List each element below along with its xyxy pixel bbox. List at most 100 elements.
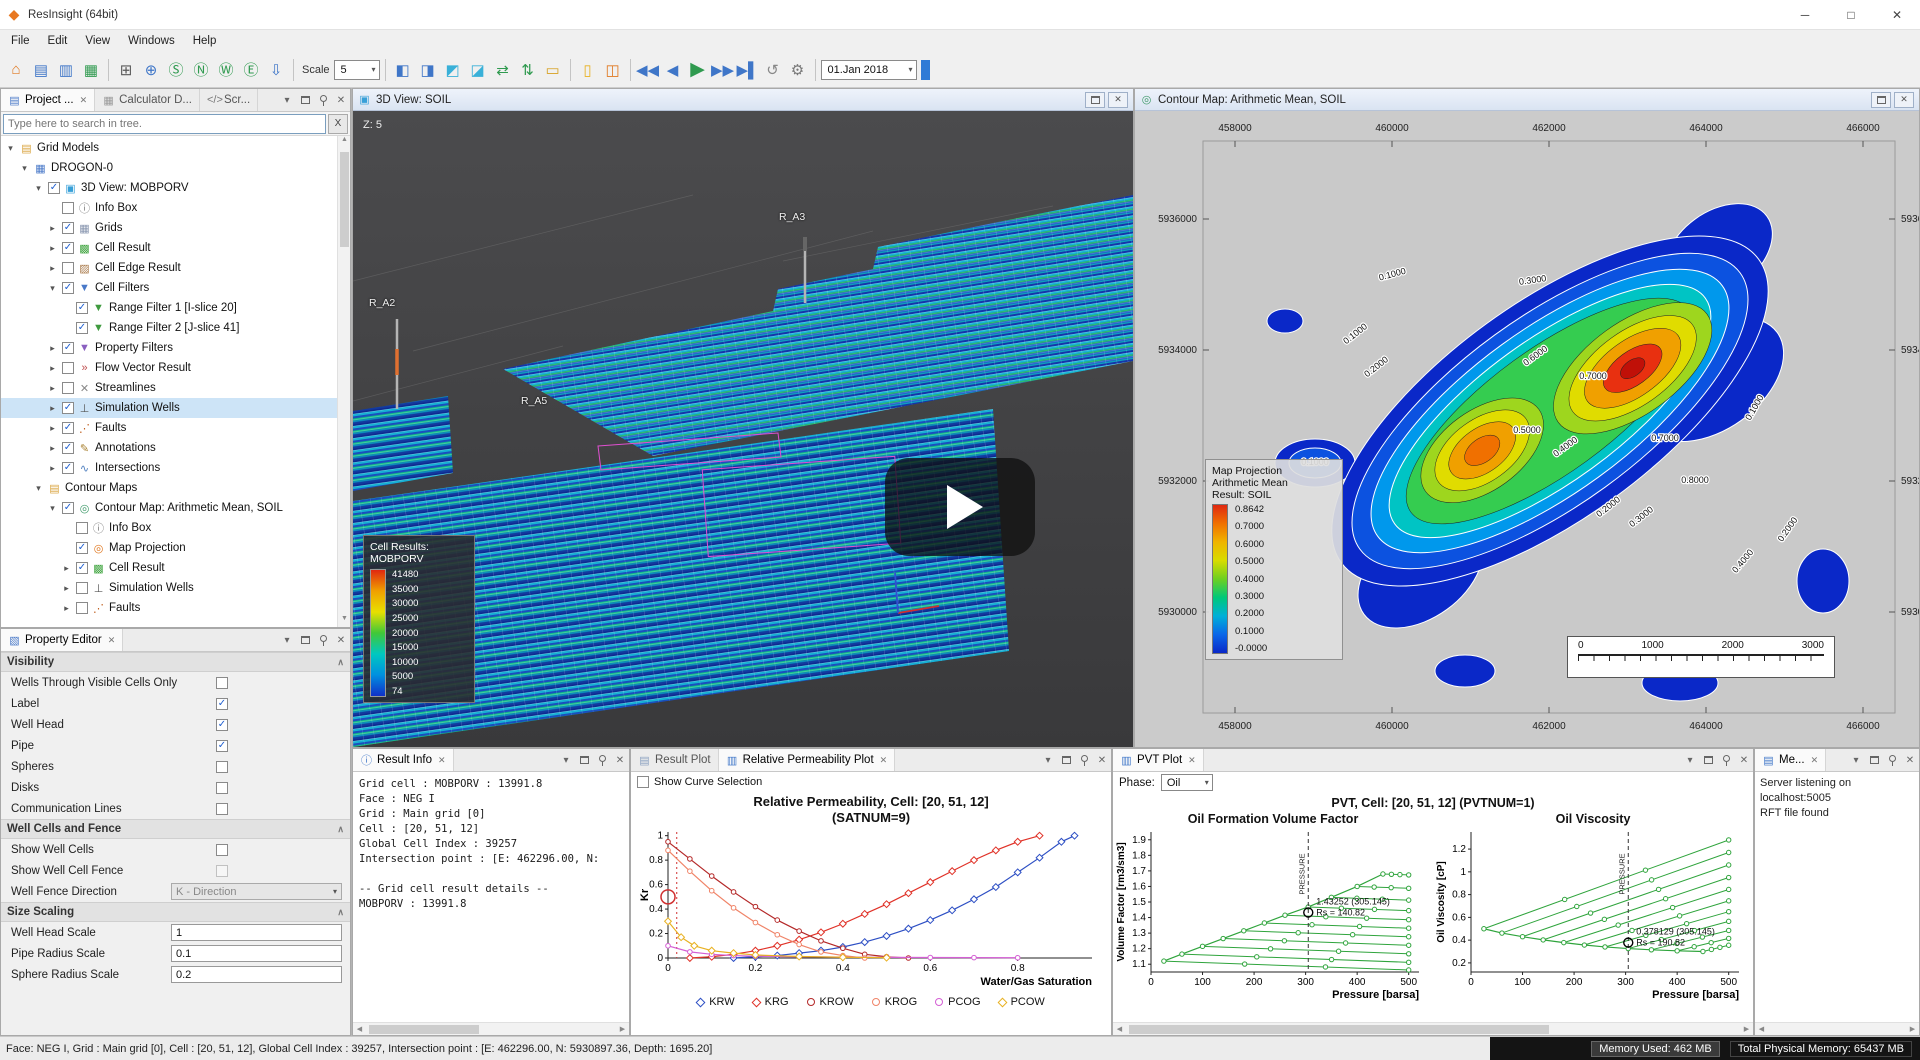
collapse-icon[interactable]: ▾ [33, 183, 44, 194]
close-icon[interactable]: ✕ [108, 635, 116, 646]
menu-file[interactable]: File [2, 33, 39, 49]
pin-icon[interactable] [1883, 749, 1901, 771]
menu-edit[interactable]: Edit [39, 33, 77, 49]
menu-view[interactable]: View [76, 33, 119, 49]
tree-item[interactable]: ▾▤Contour Maps [1, 478, 350, 498]
close-icon[interactable]: ✕ [332, 635, 350, 646]
property-checkbox[interactable]: ✓ [216, 719, 228, 731]
pin-icon[interactable] [593, 749, 611, 771]
flow-diagnostics-icon[interactable]: ⇅ [516, 57, 540, 83]
result-info-hscrollbar[interactable]: ◀ ▶ [353, 1022, 629, 1035]
menu-down-icon[interactable]: ▾ [1681, 749, 1699, 771]
tree-checkbox[interactable]: ✓ [62, 342, 74, 354]
pvt-visc-chart[interactable]: 0.20.40.60.811.20100200300400500Oil Visc… [1433, 826, 1751, 1008]
close-icon[interactable]: ✕ [880, 755, 888, 766]
expand-icon[interactable]: ▸ [47, 263, 58, 274]
scroll-right-icon[interactable]: ▶ [616, 1023, 629, 1036]
close-icon[interactable]: ✕ [80, 95, 88, 106]
tree-checkbox[interactable] [62, 382, 74, 394]
tree-item[interactable]: ▸✓∿Intersections [1, 458, 350, 478]
view3d-viewport[interactable]: Z: 5 Cell Results: MOBPORV 4148035000300… [353, 111, 1133, 747]
tree-item[interactable]: ✓◎Map Projection [1, 538, 350, 558]
close-icon[interactable]: ✕ [438, 755, 446, 766]
close-icon[interactable]: ✕ [1093, 749, 1111, 771]
tab-messages[interactable]: ▤ Me... ✕ [1755, 749, 1826, 771]
close-window-button[interactable]: ✕ [1108, 92, 1128, 108]
pvt-hscrollbar[interactable]: ◀ ▶ [1113, 1022, 1753, 1035]
close-icon[interactable]: ✕ [1901, 749, 1919, 771]
snapshot-view-icon[interactable]: ▯ [576, 57, 600, 83]
snapshot-window-icon[interactable]: ◫ [601, 57, 625, 83]
video-play-overlay[interactable] [885, 458, 1035, 556]
pin-icon[interactable] [314, 635, 332, 646]
scrollbar-thumb[interactable] [369, 1025, 479, 1034]
tree-item[interactable]: ✓▼Range Filter 2 [J-slice 41] [1, 318, 350, 338]
tree-item[interactable]: ▸✓✎Annotations [1, 438, 350, 458]
tree-checkbox[interactable] [62, 262, 74, 274]
collapse-icon[interactable]: ▾ [47, 283, 58, 294]
draw-style-surface-mesh-icon[interactable]: ◩ [441, 57, 465, 83]
tree-item[interactable]: ▸✓▼Property Filters [1, 338, 350, 358]
close-window-button[interactable]: ✕ [1894, 92, 1914, 108]
draw-style-mesh-icon[interactable]: ◨ [416, 57, 440, 83]
tree-checkbox[interactable] [62, 202, 74, 214]
tree-checkbox[interactable]: ✓ [76, 302, 88, 314]
expand-icon[interactable]: ▸ [47, 403, 58, 414]
property-input[interactable]: 1 [171, 924, 342, 941]
tab-project-tree[interactable]: ▤ Project ... ✕ [1, 89, 95, 111]
animation-step-back-icon[interactable]: ◀ [661, 57, 685, 83]
tree-checkbox[interactable] [76, 602, 88, 614]
section-header[interactable]: Visibility∧ [1, 652, 350, 672]
legend-item-krog[interactable]: KROG [872, 996, 917, 1008]
menu-down-icon[interactable]: ▾ [1847, 749, 1865, 771]
tree-checkbox[interactable]: ✓ [62, 462, 74, 474]
tree-item[interactable]: ▸✓▦Grids [1, 218, 350, 238]
draw-style-faults-icon[interactable]: ◪ [466, 57, 490, 83]
minimize-button[interactable]: ─ [1782, 0, 1828, 29]
tab-relperm-plot[interactable]: ▥ Relative Permeability Plot ✕ [719, 749, 896, 771]
animation-last-frame-icon[interactable]: ▶▌ [736, 57, 760, 83]
open-project-icon[interactable]: ⌂ [4, 57, 28, 83]
menu-down-icon[interactable]: ▾ [1039, 749, 1057, 771]
tree-checkbox[interactable]: ✓ [76, 322, 88, 334]
pin-icon[interactable] [1075, 749, 1093, 771]
tree-item[interactable]: ▾✓◎Contour Map: Arithmetic Mean, SOIL [1, 498, 350, 518]
scroll-up-icon[interactable]: ▲ [338, 136, 350, 148]
pin-icon[interactable] [1717, 749, 1735, 771]
expand-icon[interactable]: ▸ [47, 243, 58, 254]
view-south-icon[interactable]: Ⓢ [164, 57, 188, 83]
summary-plot-icon[interactable]: ▥ [54, 57, 78, 83]
scrollbar-thumb[interactable] [340, 152, 349, 247]
property-checkbox[interactable] [216, 761, 228, 773]
tree-item[interactable]: ▸✓▩Cell Result [1, 558, 350, 578]
tree-checkbox[interactable]: ✓ [62, 402, 74, 414]
show-well-paths-icon[interactable]: ⇄ [491, 57, 515, 83]
animation-first-frame-icon[interactable]: ◀◀ [636, 57, 660, 83]
measurement-icon[interactable]: ▭ [541, 57, 565, 83]
expand-icon[interactable]: ▸ [61, 563, 72, 574]
tree-checkbox[interactable]: ✓ [62, 282, 74, 294]
scroll-right-icon[interactable]: ▶ [1740, 1023, 1753, 1036]
property-checkbox[interactable]: ✓ [216, 698, 228, 710]
close-icon[interactable]: ✕ [1188, 755, 1196, 766]
scrollbar-thumb[interactable] [1129, 1025, 1549, 1034]
close-button[interactable]: ✕ [1874, 0, 1920, 29]
tile-windows-icon[interactable]: ⊞ [114, 57, 138, 83]
legend-item-pcog[interactable]: PCOG [935, 996, 980, 1008]
tree-item[interactable]: ▾▤Grid Models [1, 138, 350, 158]
property-input[interactable]: 0.2 [171, 966, 342, 983]
collapse-icon[interactable]: ▾ [19, 163, 30, 174]
close-icon[interactable]: ✕ [1735, 749, 1753, 771]
legend-item-krg[interactable]: KRG [753, 996, 789, 1008]
float-window-icon[interactable] [1057, 749, 1075, 771]
tree-checkbox[interactable]: ✓ [76, 562, 88, 574]
tree-checkbox[interactable] [76, 582, 88, 594]
tree-checkbox[interactable]: ✓ [62, 242, 74, 254]
tree-item[interactable]: ⓘInfo Box [1, 198, 350, 218]
well-log-plot-icon[interactable]: ▦ [79, 57, 103, 83]
show-curve-selection-checkbox[interactable] [637, 776, 649, 788]
tree-checkbox[interactable] [62, 362, 74, 374]
close-icon[interactable]: ✕ [1811, 755, 1819, 766]
tab-scripts[interactable]: </> Scr... [200, 89, 258, 111]
tree-item[interactable]: ▸✓⋰Faults [1, 418, 350, 438]
